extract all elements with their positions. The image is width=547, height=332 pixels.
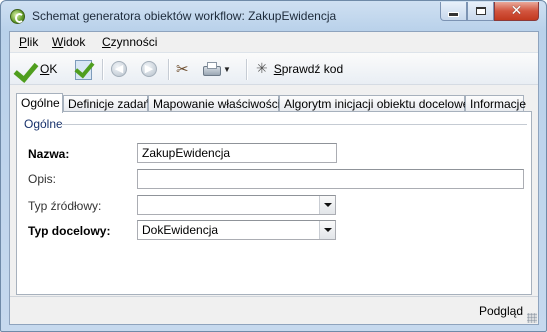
close-icon: ✕ (510, 3, 523, 19)
menu-czynnosci-hotkey: C (102, 35, 111, 49)
ok-label-rest: K (49, 62, 58, 76)
description-label: Opis: (28, 172, 57, 186)
menu-plik[interactable]: Plik (19, 35, 38, 49)
check-code-label-rest: prawdź kod (281, 62, 344, 76)
source-type-dropdown-button[interactable] (319, 196, 335, 214)
general-tab-panel: Ogólne Nazwa: ZakupEwidencja Opis: Typ ź… (16, 111, 532, 295)
chevron-down-icon (323, 228, 332, 232)
apply-button[interactable] (72, 58, 94, 80)
status-bar: Podgląd (10, 296, 538, 324)
menu-widok-hotkey: W (52, 35, 64, 49)
toolbar-separator (246, 59, 247, 80)
target-type-label: Typ docelowy: (28, 224, 111, 238)
forward-arrow-icon: ▶ (141, 61, 157, 77)
tab-mapowanie-wlasciwosci[interactable]: Mapowanie właściwości (148, 95, 280, 112)
ok-button[interactable]: OK (14, 58, 57, 80)
back-button[interactable]: ◀ (111, 58, 127, 80)
description-field[interactable] (137, 169, 524, 189)
workflow-app-icon (10, 9, 25, 24)
apply-document-icon (72, 58, 94, 80)
name-field[interactable]: ZakupEwidencja (137, 143, 337, 163)
maximize-icon (475, 7, 486, 15)
print-button[interactable]: ▼ (202, 58, 231, 80)
check-code-label: Sprawdź kod (274, 62, 343, 76)
tools-icon: ✂ (176, 60, 189, 78)
caption-buttons: ✕ (440, 2, 539, 22)
target-type-select[interactable]: DokEwidencja (137, 220, 336, 240)
close-button[interactable]: ✕ (494, 2, 539, 21)
maximize-button[interactable] (467, 2, 494, 21)
source-type-select[interactable] (137, 195, 336, 215)
checkmark-icon (14, 58, 38, 80)
check-code-button[interactable]: ✳ Sprawdź kod (256, 58, 343, 80)
menu-widok-label: idok (63, 35, 86, 49)
tab-definicje-zadan[interactable]: Definicje zadań (63, 95, 150, 112)
target-type-dropdown-button[interactable] (319, 221, 335, 239)
dialog-client-area: Plik Widok Czynności OK ◀ ▶ ✂ ▼ ✳ Sprawd… (9, 31, 539, 325)
tab-ogolne[interactable]: Ogólne (16, 93, 63, 113)
minimize-button[interactable] (440, 2, 467, 21)
dialog-window: Schemat generatora obiektów workflow: Za… (0, 0, 547, 332)
chevron-down-icon (323, 203, 332, 207)
preview-button[interactable]: Podgląd (479, 304, 523, 318)
menu-widok[interactable]: Widok (52, 35, 85, 49)
back-arrow-icon: ◀ (111, 61, 127, 77)
target-type-value: DokEwidencja (142, 223, 219, 237)
window-title: Schemat generatora obiektów workflow: Za… (32, 9, 337, 23)
printer-icon (202, 61, 221, 77)
toolbar: OK ◀ ▶ ✂ ▼ ✳ Sprawdź kod (10, 52, 538, 85)
menu-plik-label: lik (27, 35, 39, 49)
menu-czynnosci-label: zynności (110, 35, 158, 49)
group-label-ogolne: Ogólne (24, 117, 63, 131)
menu-bar: Plik Widok Czynności (10, 32, 538, 52)
menu-plik-hotkey: P (19, 35, 28, 49)
minimize-icon (449, 12, 458, 16)
group-divider (61, 124, 527, 125)
toolbar-separator (102, 59, 103, 80)
ok-label: OK (40, 62, 57, 76)
menu-czynnosci[interactable]: Czynności (102, 35, 157, 49)
title-bar[interactable]: Schemat generatora obiektów workflow: Za… (1, 1, 546, 31)
chevron-down-icon[interactable]: ▼ (223, 65, 231, 74)
tab-informacje[interactable]: Informacje (465, 95, 526, 112)
tab-algorytm-inicjacji[interactable]: Algorytm inicjacji obiektu docelowego (279, 95, 483, 112)
toolbar-separator (168, 59, 169, 80)
magic-wand-icon: ✳ (256, 61, 268, 77)
resize-grip-icon[interactable] (527, 313, 537, 323)
ok-hotkey: O (40, 62, 50, 76)
check-code-hotkey: S (273, 62, 282, 76)
source-type-label: Typ źródłowy: (28, 199, 102, 213)
forward-button[interactable]: ▶ (141, 58, 157, 80)
tools-button[interactable]: ✂ (176, 58, 189, 80)
name-label: Nazwa: (28, 147, 70, 161)
